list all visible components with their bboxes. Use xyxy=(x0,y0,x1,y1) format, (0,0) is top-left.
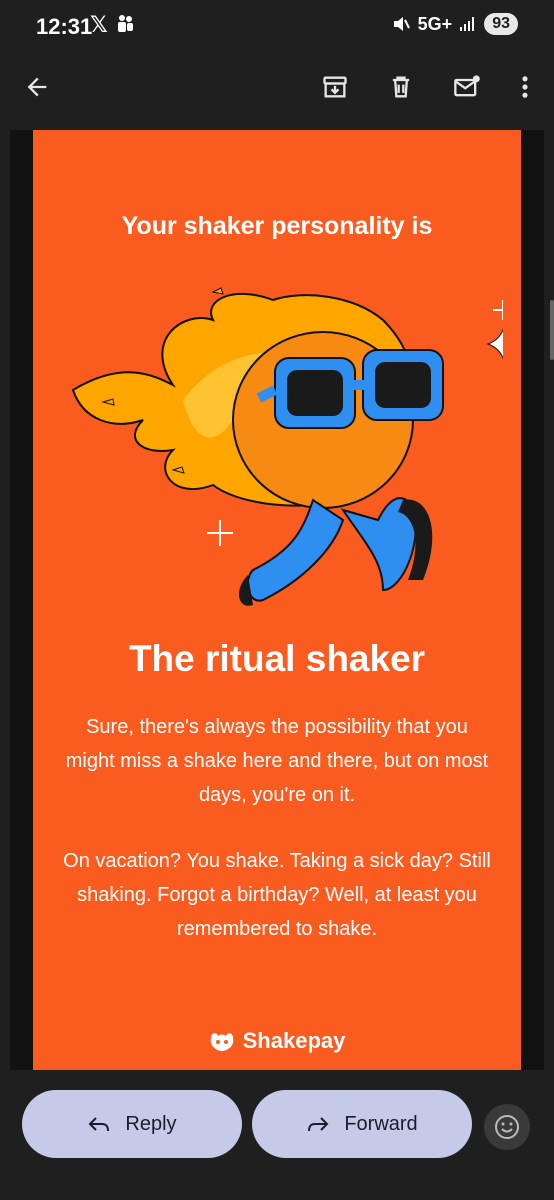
network-label: 5G+ xyxy=(417,13,453,34)
reply-action-bar: Reply Forward xyxy=(0,1070,554,1200)
reply-icon xyxy=(89,1117,110,1132)
forward-button[interactable]: Forward xyxy=(252,1090,472,1158)
shakepay-logo-icon xyxy=(210,1033,233,1051)
mute-vibrate-icon xyxy=(393,17,410,31)
battery-badge: 93 xyxy=(484,13,518,35)
shakepay-logo-text: Shakepay xyxy=(242,1028,346,1053)
more-vert-icon xyxy=(522,76,528,98)
archive-button[interactable] xyxy=(318,70,352,104)
forward-label: Forward xyxy=(344,1112,418,1135)
personality-title: The ritual shaker xyxy=(128,638,426,679)
reply-label: Reply xyxy=(125,1112,177,1135)
status-bar: 12:31 𝕏 5G+ 93 xyxy=(0,0,554,56)
back-button[interactable] xyxy=(20,70,54,104)
more-options-button[interactable] xyxy=(508,70,542,104)
left-leg xyxy=(246,498,345,602)
status-time: 12:31 xyxy=(36,14,93,39)
signal-icon xyxy=(460,17,475,31)
delete-button[interactable] xyxy=(384,70,418,104)
emoji-reaction-button[interactable] xyxy=(484,1104,530,1150)
trash-icon xyxy=(392,76,410,98)
reply-button[interactable]: Reply xyxy=(22,1090,242,1158)
x-app-icon: 𝕏 xyxy=(90,12,108,37)
description-paragraph-2: On vacation? You shake. Taking a sick da… xyxy=(63,850,491,940)
mark-unread-icon xyxy=(454,75,480,97)
email-headline: Your shaker personality is xyxy=(121,212,433,240)
shakepay-logo[interactable]: Shakepay xyxy=(33,1028,521,1054)
teams-icon xyxy=(118,15,133,32)
forward-icon xyxy=(308,1117,329,1132)
email-toolbar xyxy=(0,56,554,118)
fireball-mascot-illustration xyxy=(71,287,503,606)
smiley-icon xyxy=(495,1115,519,1139)
mark-unread-button[interactable] xyxy=(450,70,484,104)
sunglasses xyxy=(256,349,444,429)
description-paragraph-1: Sure, there's always the possibility tha… xyxy=(65,716,489,806)
email-card: Your shaker personality is The ritual sh… xyxy=(33,130,521,1070)
archive-icon xyxy=(323,76,347,98)
scrollbar[interactable] xyxy=(550,300,554,360)
back-arrow-icon xyxy=(27,77,47,97)
